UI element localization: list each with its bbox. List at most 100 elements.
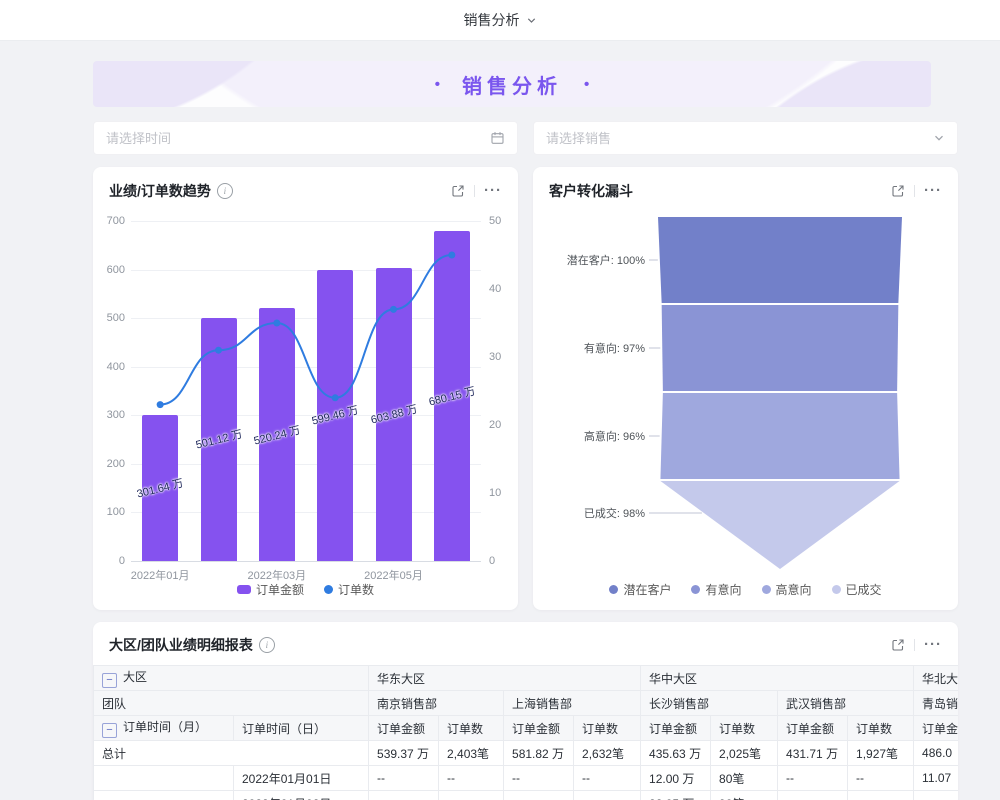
charts-row: 业绩/订单数趋势 i ··· 0100200300400500600700010… bbox=[93, 167, 958, 610]
table-cell bbox=[94, 791, 234, 800]
funnel-stage-2[interactable] bbox=[662, 305, 899, 391]
more-menu-icon[interactable]: ··· bbox=[484, 186, 502, 196]
legend-item[interactable]: 有意向 bbox=[691, 581, 741, 598]
time-filter-input[interactable] bbox=[94, 122, 517, 154]
page-switcher[interactable]: 销售分析 bbox=[464, 10, 537, 30]
legend-label: 订单金额 bbox=[256, 581, 304, 598]
table-cell: 1,927笔 bbox=[848, 741, 914, 766]
right-axis-tick: 10 bbox=[489, 487, 515, 499]
table-header-cell: 订单金额 bbox=[778, 716, 848, 741]
table-header-cell: 长沙销售部 bbox=[641, 691, 778, 716]
legend-label: 潜在客户 bbox=[623, 581, 671, 598]
funnel-card: 客户转化漏斗 ··· 潜在客户: 100%有意向: 97%高意向: 96%已成交… bbox=[533, 167, 958, 610]
table-cell: 2,632笔 bbox=[574, 741, 641, 766]
table-cell: 11.07 bbox=[914, 766, 958, 791]
info-icon[interactable]: i bbox=[259, 637, 275, 653]
table-header-cell: 青岛销售部 bbox=[914, 691, 958, 716]
funnel-stage-3[interactable] bbox=[660, 393, 899, 479]
table-header-cell: 订单金额 bbox=[504, 716, 574, 741]
table-cell: -- bbox=[369, 791, 439, 800]
line-point[interactable] bbox=[273, 320, 280, 327]
table-cell: -- bbox=[504, 791, 574, 800]
table-header-cell: 华北大区 bbox=[914, 666, 958, 691]
export-icon[interactable] bbox=[891, 184, 905, 198]
legend-marker bbox=[237, 585, 251, 594]
info-icon[interactable]: i bbox=[217, 183, 233, 199]
legend-marker bbox=[832, 585, 841, 594]
table-header-cell: 订单金额 bbox=[641, 716, 711, 741]
chevron-down-icon bbox=[526, 15, 537, 26]
table-cell bbox=[94, 766, 234, 791]
legend-item[interactable]: 订单数 bbox=[324, 581, 374, 598]
report-table-card: 大区/团队业绩明细报表 i ··· −大区华东大区华中大区华北大区团队南京销售部… bbox=[93, 622, 958, 800]
table-cell: -- bbox=[369, 766, 439, 791]
calendar-icon[interactable] bbox=[490, 131, 505, 146]
legend-item[interactable]: 高意向 bbox=[762, 581, 812, 598]
export-icon[interactable] bbox=[891, 638, 905, 652]
funnel-card-title: 客户转化漏斗 bbox=[549, 181, 633, 201]
more-menu-icon[interactable]: ··· bbox=[924, 640, 942, 650]
pivot-table: −大区华东大区华中大区华北大区团队南京销售部上海销售部长沙销售部武汉销售部青岛销… bbox=[93, 665, 958, 800]
table-header-cell: 南京销售部 bbox=[369, 691, 504, 716]
table-row: −大区华东大区华中大区华北大区 bbox=[94, 666, 959, 691]
divider bbox=[474, 185, 475, 197]
table-row: 团队南京销售部上海销售部长沙销售部武汉销售部青岛销售部 bbox=[94, 691, 959, 716]
legend-marker bbox=[691, 585, 700, 594]
filter-bar bbox=[93, 121, 958, 155]
table-date-cell: 2022年01月02日 bbox=[234, 791, 369, 800]
collapse-icon[interactable]: − bbox=[102, 673, 117, 688]
time-filter[interactable] bbox=[93, 121, 518, 155]
table-header-cell: 订单金额 bbox=[914, 716, 958, 741]
topbar-title: 销售分析 bbox=[464, 10, 520, 30]
table-card-title: 大区/团队业绩明细报表 bbox=[109, 635, 253, 655]
left-axis-tick: 300 bbox=[97, 409, 125, 421]
table-row: 总计539.37 万2,403笔581.82 万2,632笔435.63 万2,… bbox=[94, 741, 959, 766]
more-menu-icon[interactable]: ··· bbox=[924, 186, 942, 196]
line-point[interactable] bbox=[215, 347, 222, 354]
table-header-cell: 武汉销售部 bbox=[778, 691, 914, 716]
legend-label: 已成交 bbox=[846, 581, 882, 598]
line-point[interactable] bbox=[157, 401, 164, 408]
table-header-cell: 华中大区 bbox=[641, 666, 914, 691]
table-cell: 80笔 bbox=[711, 766, 778, 791]
table-date-cell: 2022年01月01日 bbox=[234, 766, 369, 791]
left-axis-tick: 700 bbox=[97, 215, 125, 227]
funnel-stage-1[interactable] bbox=[658, 217, 902, 303]
sales-filter[interactable] bbox=[533, 121, 958, 155]
left-axis-tick: 200 bbox=[97, 458, 125, 470]
funnel-stage-4[interactable] bbox=[660, 481, 899, 569]
export-icon[interactable] bbox=[451, 184, 465, 198]
card-actions: ··· bbox=[891, 184, 942, 198]
right-axis-tick: 20 bbox=[489, 419, 515, 431]
trend-plot: 010020030040050060070001020304050301.64 … bbox=[131, 221, 481, 562]
trend-card-title: 业绩/订单数趋势 bbox=[109, 181, 211, 201]
table-row: −订单时间（月）订单时间（日）订单金额订单数订单金额订单数订单金额订单数订单金额… bbox=[94, 716, 959, 741]
line-point[interactable] bbox=[332, 394, 339, 401]
table-header-cell: 订单时间（日） bbox=[234, 716, 369, 741]
line-point[interactable] bbox=[448, 252, 455, 259]
collapse-icon[interactable]: − bbox=[102, 723, 117, 738]
table-header-cell: 团队 bbox=[94, 691, 369, 716]
legend-label: 订单数 bbox=[338, 581, 374, 598]
chevron-down-icon[interactable] bbox=[933, 132, 945, 144]
table-header-cell: 订单金额 bbox=[369, 716, 439, 741]
table-cell: 90笔 bbox=[711, 791, 778, 800]
table-cell: 435.63 万 bbox=[641, 741, 711, 766]
sales-filter-input[interactable] bbox=[534, 122, 957, 154]
legend-label: 高意向 bbox=[776, 581, 812, 598]
right-axis-tick: 0 bbox=[489, 555, 515, 567]
dashboard-banner: • 销售分析 • bbox=[93, 61, 931, 107]
funnel-plot: 潜在客户: 100%有意向: 97%高意向: 96%已成交: 98% bbox=[533, 211, 953, 584]
table-row: 2022年01月02日--------22.05 万90笔------ bbox=[94, 791, 959, 800]
legend-item[interactable]: 订单金额 bbox=[237, 581, 304, 598]
table-cell: -- bbox=[574, 766, 641, 791]
table-cell: 22.05 万 bbox=[641, 791, 711, 800]
legend-item[interactable]: 已成交 bbox=[832, 581, 882, 598]
card-actions: ··· bbox=[451, 184, 502, 198]
line-point[interactable] bbox=[390, 306, 397, 313]
table-cell: -- bbox=[778, 791, 848, 800]
left-axis-tick: 100 bbox=[97, 506, 125, 518]
table-header-cell: 订单数 bbox=[574, 716, 641, 741]
legend-item[interactable]: 潜在客户 bbox=[609, 581, 671, 598]
right-axis-tick: 40 bbox=[489, 283, 515, 295]
